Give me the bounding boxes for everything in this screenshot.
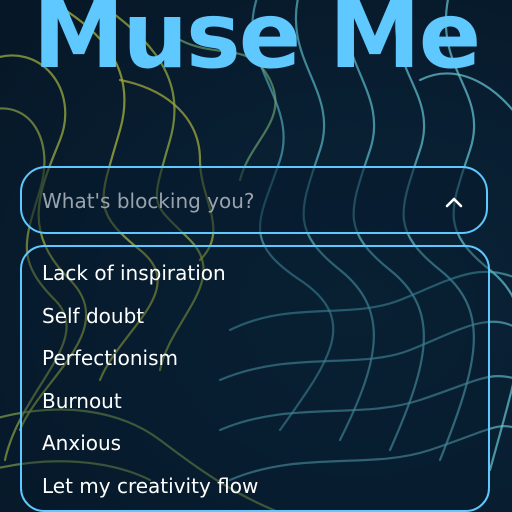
option-lack-of-inspiration[interactable]: Lack of inspiration [22, 259, 488, 302]
option-perfectionism[interactable]: Perfectionism [22, 344, 488, 387]
blocker-select-placeholder: What's blocking you? [42, 189, 255, 213]
blocker-options-list: Lack of inspiration Self doubt Perfectio… [20, 245, 490, 512]
chevron-up-icon[interactable] [442, 190, 466, 214]
option-let-my-creativity-flow[interactable]: Let my creativity flow [22, 472, 488, 512]
option-self-doubt[interactable]: Self doubt [22, 302, 488, 345]
option-anxious[interactable]: Anxious [22, 429, 488, 472]
screen: Muse Me What's blocking you? Lack of ins… [0, 0, 512, 512]
blocker-select[interactable]: What's blocking you? [20, 166, 488, 234]
app-title: Muse Me [32, 0, 481, 89]
option-burnout[interactable]: Burnout [22, 387, 488, 430]
